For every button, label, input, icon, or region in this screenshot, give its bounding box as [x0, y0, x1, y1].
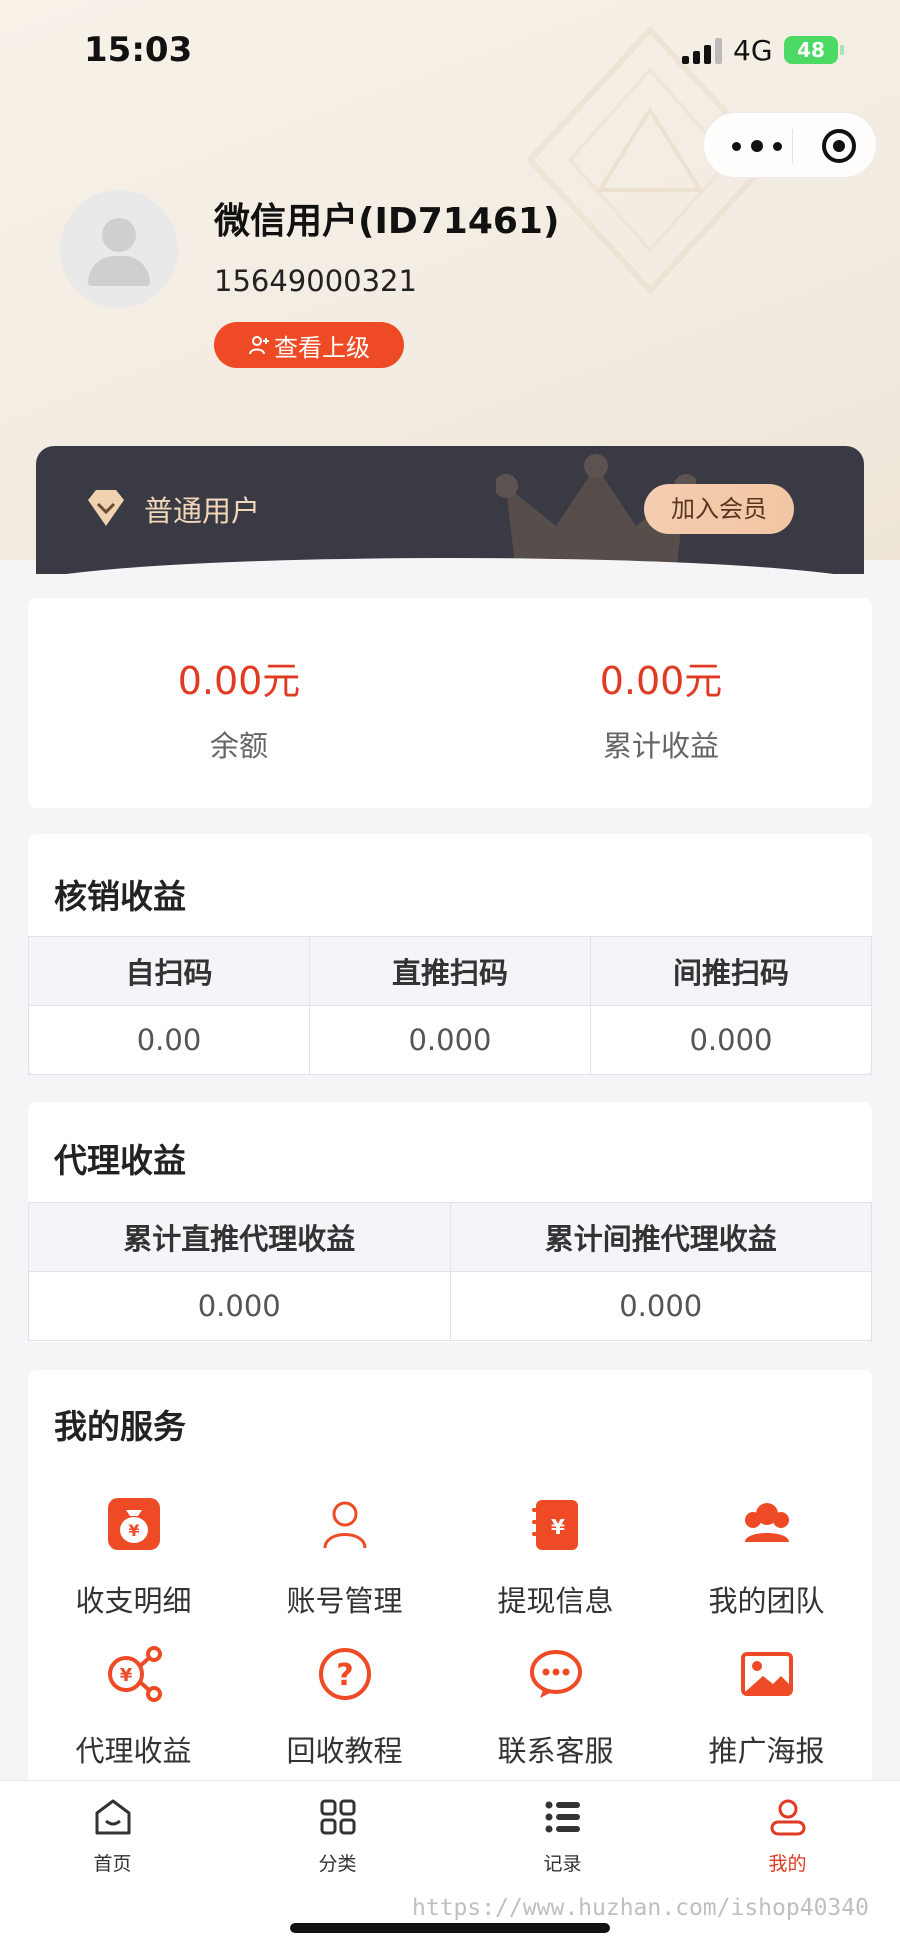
table-header: 自扫码 [28, 936, 310, 1006]
service-label: 收支明细 [75, 1584, 192, 1618]
balance-label: 余额 [209, 729, 268, 763]
view-superior-button[interactable]: 查看上级 [214, 322, 404, 368]
user-phone: 15649000321 [214, 264, 417, 298]
profile-icon [770, 1799, 805, 1836]
status-time: 15:03 [84, 30, 193, 70]
battery-level: 48 [797, 38, 825, 62]
user-name: 微信用户(ID71461) [214, 201, 560, 242]
tab-mine[interactable]: 我的 [675, 1795, 900, 1876]
diamond-icon [88, 490, 124, 526]
svg-text:¥: ¥ [551, 1515, 565, 1539]
service-contact-support[interactable]: 联系客服 [450, 1642, 661, 1770]
view-superior-label: 查看上级 [274, 333, 370, 362]
service-promo-poster[interactable]: 推广海报 [661, 1642, 872, 1770]
tab-label: 分类 [318, 1853, 357, 1875]
join-member-button[interactable]: 加入会员 [644, 484, 794, 534]
balance-value: 0.00元 [177, 659, 301, 703]
services-card: 我的服务 ¥ 收支明细 账号管理 ¥ 提现信息 我的团队 ¥ 代理收益 ? 回收… [28, 1370, 872, 1790]
card-curve [36, 558, 864, 574]
miniprogram-capsule [703, 112, 877, 178]
team-icon [744, 1503, 789, 1542]
more-icon[interactable] [732, 130, 782, 162]
verify-income-card: 核销收益 自扫码 直推扫码 间推扫码 0.00 0.000 0.000 [28, 834, 872, 1075]
balance-stat[interactable]: 0.00元 余额 [28, 598, 450, 765]
table-cell: 0.00 [28, 1005, 310, 1075]
member-level: 普通用户 [144, 494, 261, 528]
home-indicator [290, 1923, 610, 1933]
status-bar: 15:03 4G 48 [0, 0, 900, 100]
network-label: 4G [733, 34, 773, 67]
table-header: 直推扫码 [309, 936, 591, 1006]
signal-icon [682, 38, 724, 64]
user-icon [323, 1501, 366, 1549]
tab-home[interactable]: 首页 [0, 1795, 225, 1876]
total-income-label: 累计收益 [602, 729, 719, 763]
verify-income-table: 自扫码 直推扫码 间推扫码 0.00 0.000 0.000 [28, 936, 872, 1075]
tab-category[interactable]: 分类 [225, 1795, 450, 1876]
service-account-management[interactable]: 账号管理 [239, 1492, 450, 1620]
service-my-team[interactable]: 我的团队 [661, 1492, 872, 1620]
total-income-stat[interactable]: 0.00元 累计收益 [450, 598, 872, 765]
service-label: 回收教程 [286, 1734, 403, 1768]
svg-text:¥: ¥ [119, 1665, 132, 1686]
image-icon [740, 1652, 793, 1696]
service-label: 提现信息 [497, 1584, 614, 1618]
table-cell: 0.000 [590, 1005, 872, 1075]
close-miniprogram-icon[interactable] [822, 129, 856, 163]
verify-income-title: 核销收益 [54, 877, 186, 916]
battery-icon: 48 [784, 36, 844, 64]
money-bag-icon: ¥ [107, 1498, 160, 1550]
chat-icon [529, 1650, 582, 1698]
user-plus-icon [249, 336, 269, 355]
tab-records[interactable]: 记录 [450, 1795, 675, 1876]
wallet-yen-icon: ¥ [531, 1500, 578, 1550]
grid-icon [320, 1799, 355, 1835]
table-cell: 0.000 [449, 1271, 872, 1341]
table-header: 间推扫码 [590, 936, 872, 1006]
tab-label: 首页 [93, 1853, 132, 1875]
home-icon [95, 1799, 130, 1835]
bottom-tabbar: 首页 分类 记录 我的 https://www.huzhan.com/ishop… [0, 1780, 900, 1947]
svg-text:¥: ¥ [128, 1521, 139, 1540]
list-icon [545, 1801, 580, 1833]
service-recycle-tutorial[interactable]: ? 回收教程 [239, 1642, 450, 1770]
service-label: 推广海报 [708, 1734, 825, 1768]
service-label: 联系客服 [497, 1734, 614, 1768]
avatar[interactable] [60, 190, 178, 308]
membership-card: 普通用户 加入会员 [36, 446, 864, 574]
agent-income-title: 代理收益 [54, 1141, 186, 1180]
total-income-value: 0.00元 [599, 659, 723, 703]
table-cell: 0.000 [309, 1005, 591, 1075]
service-withdraw-info[interactable]: ¥ 提现信息 [450, 1492, 661, 1620]
agent-income-card: 代理收益 累计直推代理收益 累计间推代理收益 0.000 0.000 [28, 1102, 872, 1342]
svg-text:?: ? [336, 1658, 353, 1693]
service-label: 账号管理 [286, 1584, 403, 1618]
table-cell: 0.000 [28, 1271, 451, 1341]
service-income-details[interactable]: ¥ 收支明细 [28, 1492, 239, 1620]
services-title: 我的服务 [54, 1407, 186, 1446]
agent-income-table: 累计直推代理收益 累计间推代理收益 0.000 0.000 [28, 1202, 872, 1341]
watermark-text: https://www.huzhan.com/ishop40340 [412, 1895, 869, 1921]
capsule-divider [792, 129, 793, 163]
table-header: 累计间推代理收益 [449, 1202, 872, 1272]
balance-card: 0.00元 余额 0.00元 累计收益 [28, 598, 872, 808]
question-icon: ? [318, 1648, 371, 1700]
table-header: 累计直推代理收益 [28, 1202, 451, 1272]
service-label: 代理收益 [75, 1734, 192, 1768]
service-label: 我的团队 [708, 1584, 825, 1618]
tab-label: 我的 [768, 1853, 807, 1875]
service-agent-income[interactable]: ¥ 代理收益 [28, 1642, 239, 1770]
tab-label: 记录 [543, 1853, 582, 1875]
share-yen-icon: ¥ [107, 1646, 162, 1702]
